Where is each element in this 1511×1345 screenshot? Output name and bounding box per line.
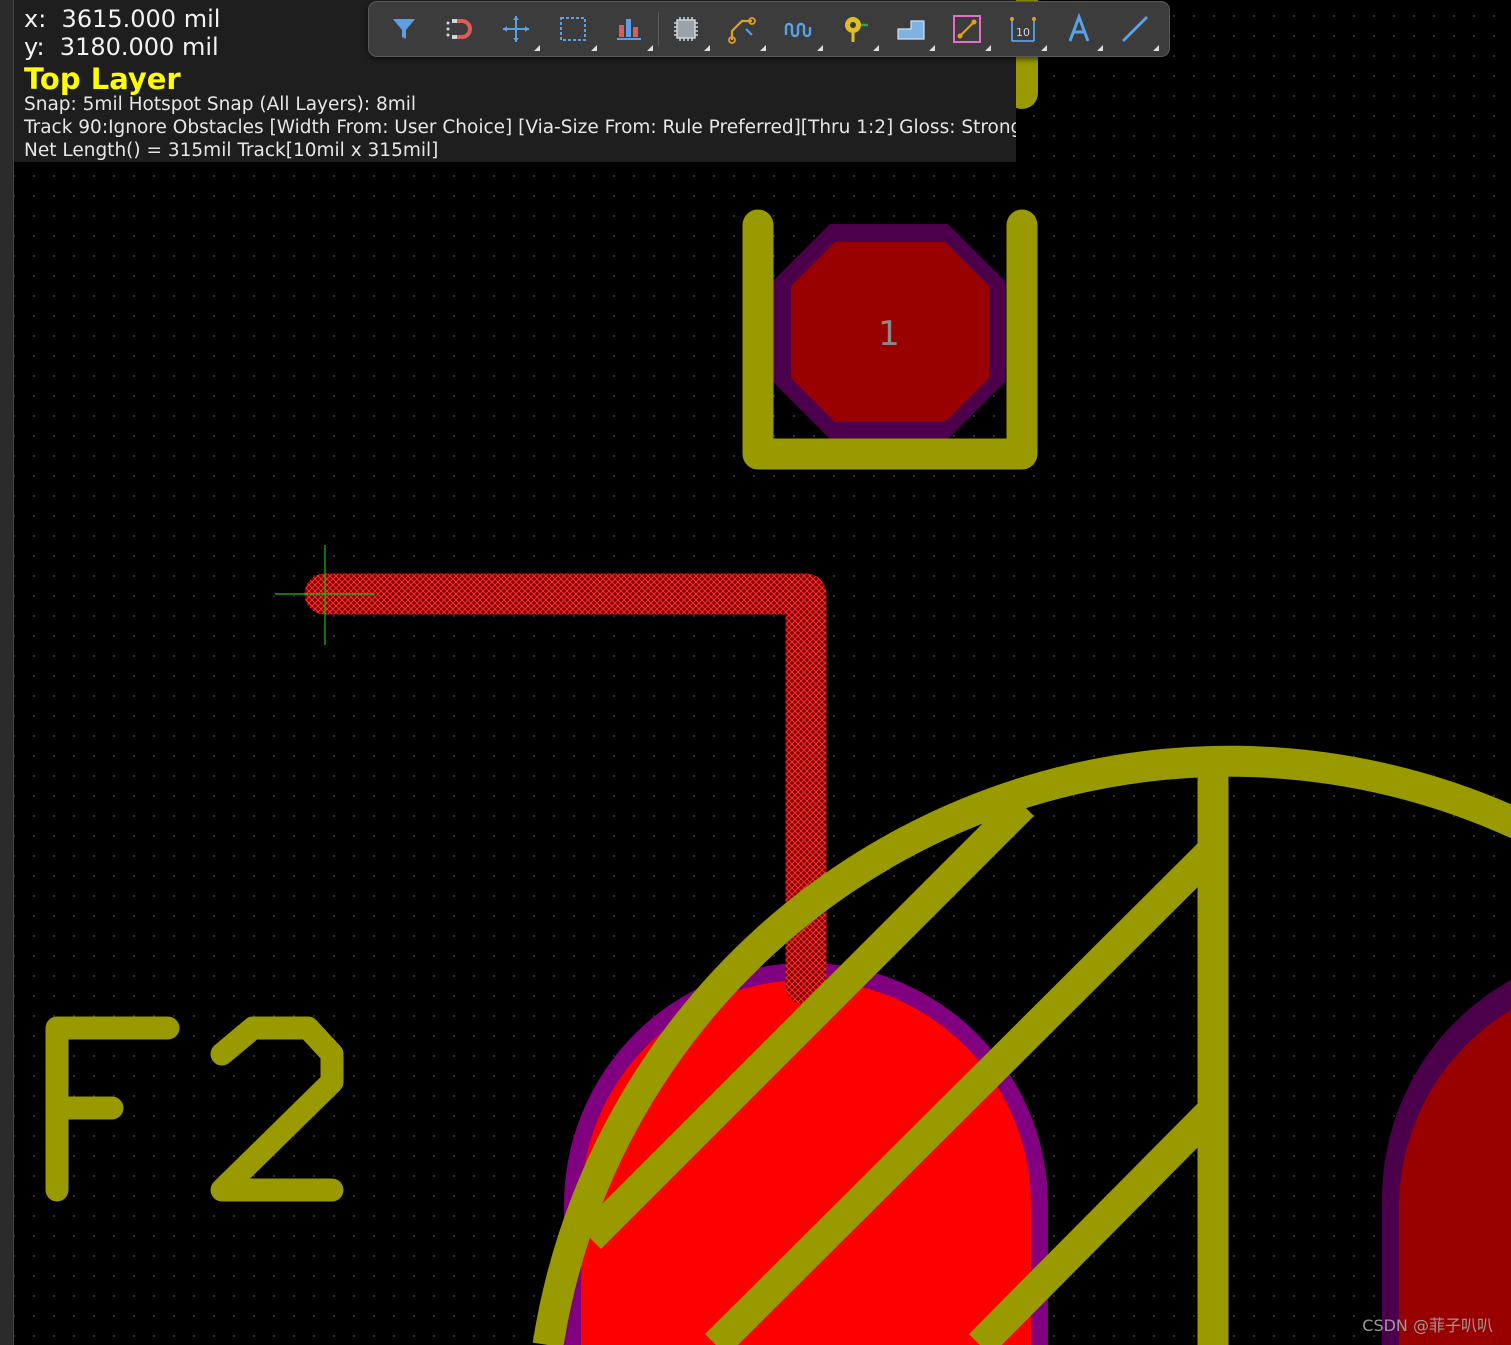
keepout-icon: [953, 15, 981, 43]
snap-button[interactable]: [439, 9, 479, 49]
keepout-button[interactable]: [947, 9, 991, 51]
net-length-info: Net Length() = 315mil Track[10mil x 315m…: [24, 140, 439, 161]
dimension-button[interactable]: 10: [1003, 9, 1047, 51]
line-icon: [1121, 15, 1149, 43]
x-coordinate-readout: x: 3615.000 mil: [24, 5, 221, 33]
text-icon: [1068, 13, 1090, 42]
magnet-icon: [446, 19, 472, 39]
select-rect-icon: [560, 17, 586, 41]
route-icon: [728, 17, 756, 44]
via-icon: [845, 17, 868, 42]
watermark: CSDN @菲子叭叭: [1362, 1316, 1493, 1335]
pad-right: [1399, 1010, 1511, 1345]
polygon-button[interactable]: [891, 9, 935, 51]
select-button[interactable]: [553, 9, 597, 51]
y-coordinate-readout: y: 3180.000 mil: [24, 33, 219, 61]
line-button[interactable]: [1115, 9, 1159, 51]
meander-icon: [784, 22, 812, 38]
pad-1-component[interactable]: 1: [742, 209, 1038, 470]
move-icon: [503, 16, 529, 42]
active-bar-toolbar: 10: [368, 1, 1170, 57]
filter-button[interactable]: [384, 9, 424, 49]
polygon-icon: [897, 20, 925, 40]
align-icon: [617, 19, 641, 40]
component-button[interactable]: [666, 9, 710, 51]
snap-info: Snap: 5mil Hotspot Snap (All Layers): 8m…: [24, 94, 417, 115]
move-button[interactable]: [496, 9, 540, 51]
chip-icon: [674, 17, 698, 41]
current-layer-label: Top Layer: [24, 62, 181, 96]
dimension-icon: 10: [1010, 17, 1036, 42]
pad-1-label: 1: [878, 314, 900, 354]
align-button[interactable]: [609, 9, 653, 51]
track-mode-info: Track 90:Ignore Obstacles [Width From: U…: [24, 117, 1016, 138]
string-button[interactable]: [1059, 9, 1103, 51]
filter-icon: [393, 19, 415, 39]
svg-text:10: 10: [1016, 26, 1030, 39]
designator-f2[interactable]: [45, 1016, 344, 1202]
routing-track: [304, 573, 827, 1006]
interactive-routing-button[interactable]: [722, 9, 766, 51]
length-tuning-button[interactable]: [779, 9, 823, 51]
pcb-board[interactable]: 1 F2: [0, 0, 1511, 1345]
via-button[interactable]: [835, 9, 879, 51]
